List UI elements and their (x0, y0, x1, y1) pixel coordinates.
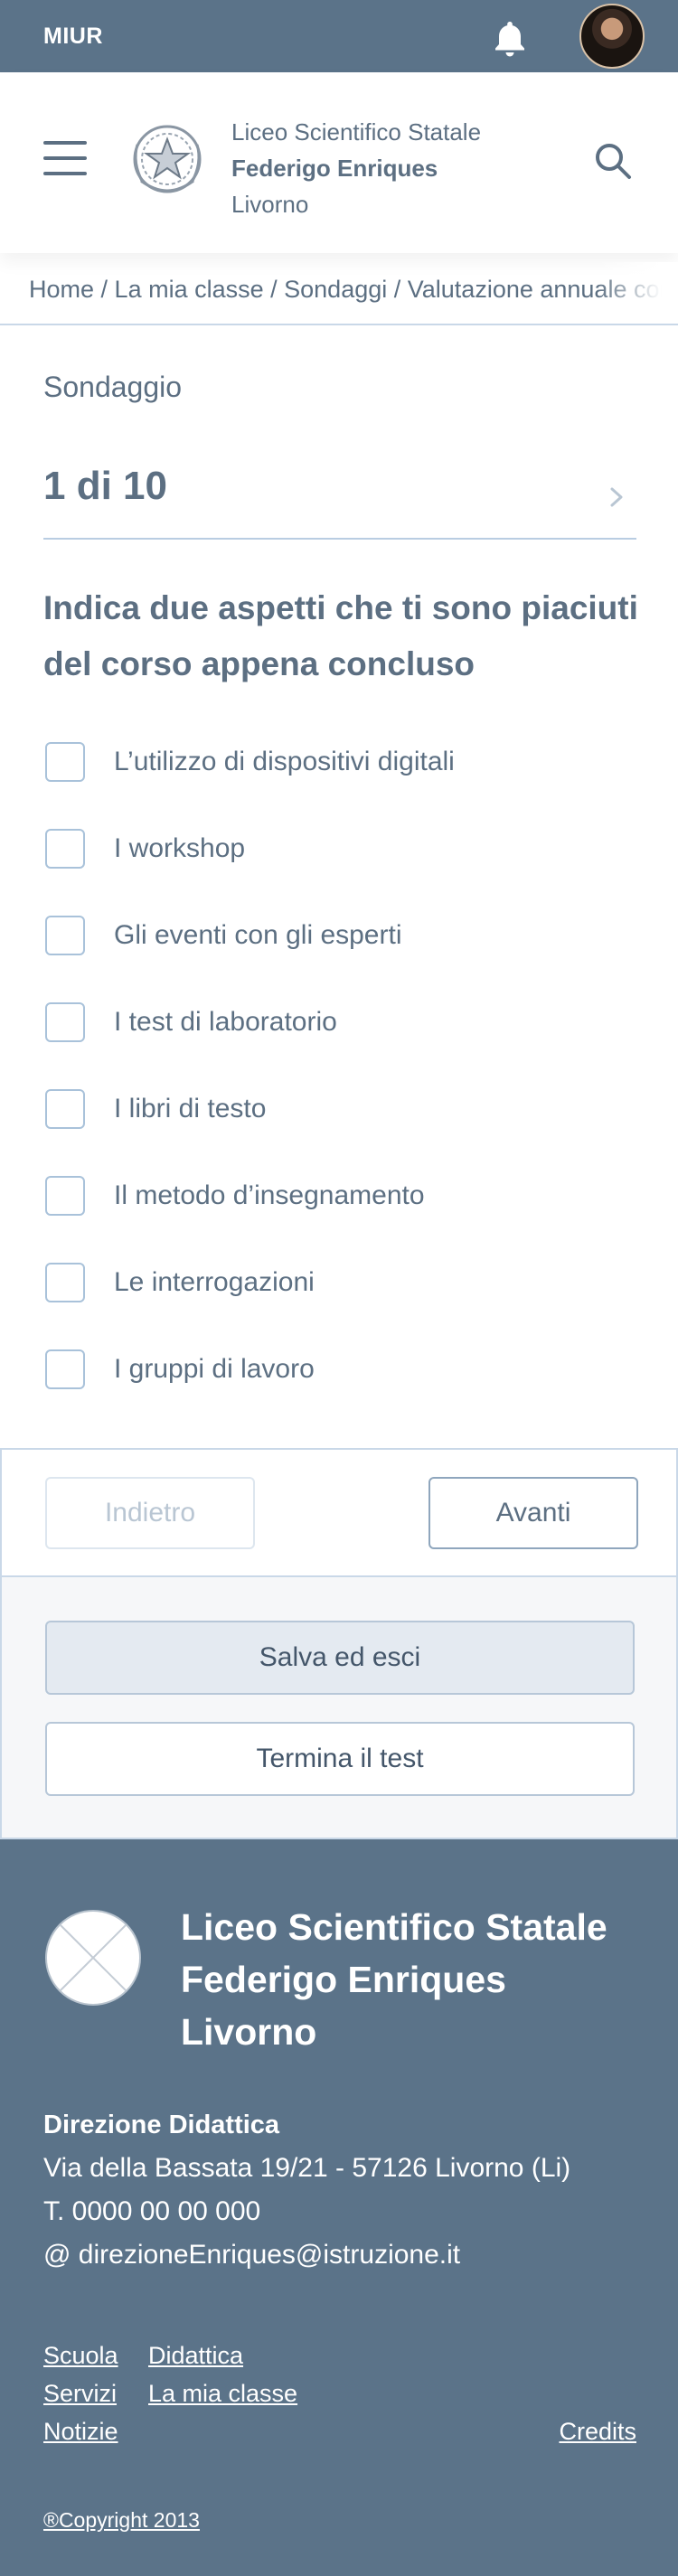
option-label[interactable]: I workshop (114, 826, 245, 871)
breadcrumb-class[interactable]: La mia classe (115, 276, 264, 303)
question-navigation: Indietro Avanti (0, 1448, 678, 1577)
footer-title-line3: Livorno (181, 2011, 317, 2053)
checkbox[interactable] (45, 829, 85, 869)
top-bar: MIUR (0, 0, 678, 72)
breadcrumb: Home / La mia classe / Sondaggi / Valuta… (0, 262, 678, 325)
option-label[interactable]: I gruppi di lavoro (114, 1347, 315, 1392)
option-label[interactable]: Le interrogazioni (114, 1260, 315, 1305)
finish-test-button[interactable]: Termina il test (45, 1722, 635, 1796)
search-icon[interactable] (593, 141, 633, 181)
option-label[interactable]: Il metodo d’insegnamento (114, 1173, 425, 1218)
footer-title-line1: Liceo Scientifico Statale (181, 1906, 607, 1948)
breadcrumb-separator: / (263, 276, 285, 303)
back-button[interactable]: Indietro (45, 1477, 255, 1549)
footer-link-mia-classe[interactable]: La mia classe (148, 2374, 297, 2412)
checkbox[interactable] (45, 1089, 85, 1129)
footer-title-line2: Federigo Enriques (181, 1959, 506, 2000)
save-and-exit-button[interactable]: Salva ed esci (45, 1621, 635, 1695)
school-name-line2: Federigo Enriques (231, 155, 438, 182)
option-item[interactable]: Le interrogazioni (43, 1255, 640, 1341)
breadcrumb-separator: / (94, 276, 115, 303)
hamburger-menu-icon[interactable] (43, 141, 87, 179)
option-item[interactable]: Gli eventi con gli esperti (43, 907, 640, 994)
checkbox[interactable] (45, 1002, 85, 1042)
brand-label[interactable]: MIUR (43, 24, 103, 50)
question-pager[interactable]: 1 di 10 (43, 456, 636, 540)
phone: T. 0000 00 00 000 (43, 2196, 261, 2226)
breadcrumb-surveys[interactable]: Sondaggi (284, 276, 387, 303)
footer-link-scuola[interactable]: Scuola (43, 2336, 118, 2374)
option-item[interactable]: I libri di testo (43, 1081, 640, 1168)
checkbox[interactable] (45, 1263, 85, 1302)
site-footer: Liceo Scientifico Statale Federigo Enriq… (0, 1839, 678, 2576)
footer-link-credits[interactable]: Credits (559, 2412, 636, 2450)
option-label[interactable]: I libri di testo (114, 1086, 266, 1132)
copyright-link[interactable]: ®Copyright 2013 (43, 2508, 200, 2533)
footer-contacts: Direzione Didattica Via della Bassata 19… (43, 2103, 658, 2277)
bell-icon[interactable] (488, 16, 532, 60)
direction-title: Direzione Didattica (43, 2111, 280, 2139)
checkbox[interactable] (45, 916, 85, 955)
checkbox[interactable] (45, 1176, 85, 1216)
footer-link-notizie[interactable]: Notizie (43, 2412, 118, 2450)
option-label[interactable]: L’utilizzo di dispositivi digitali (114, 739, 455, 785)
option-item[interactable]: I gruppi di lavoro (43, 1341, 640, 1428)
option-item[interactable]: L’utilizzo di dispositivi digitali (43, 734, 640, 821)
site-header: Liceo Scientifico Statale Federigo Enriq… (0, 72, 678, 253)
option-label[interactable]: Gli eventi con gli esperti (114, 913, 402, 958)
next-button[interactable]: Avanti (428, 1477, 638, 1549)
question-counter: 1 di 10 (43, 464, 167, 508)
checkbox[interactable] (45, 1349, 85, 1389)
user-avatar[interactable] (579, 4, 645, 69)
school-name[interactable]: Liceo Scientifico Statale Federigo Enriq… (231, 114, 530, 222)
option-item[interactable]: I test di laboratorio (43, 994, 640, 1081)
breadcrumb-fade (597, 262, 678, 322)
footer-link-servizi[interactable]: Servizi (43, 2374, 117, 2412)
checkbox[interactable] (45, 742, 85, 782)
email[interactable]: @ direzioneEnriques@istruzione.it (43, 2233, 658, 2277)
breadcrumb-separator: / (387, 276, 408, 303)
option-item[interactable]: Il metodo d’insegnamento (43, 1168, 640, 1255)
question-text: Indica due aspetti che ti sono piaciuti … (43, 589, 638, 682)
options-list: L’utilizzo di dispositivi digitali I wor… (43, 734, 640, 1428)
option-label[interactable]: I test di laboratorio (114, 1000, 337, 1045)
footer-link-didattica[interactable]: Didattica (148, 2336, 243, 2374)
placeholder-logo-icon (45, 1910, 141, 2006)
chevron-right-icon[interactable] (607, 484, 627, 511)
school-name-line3: Livorno (231, 191, 309, 218)
address: Via della Bassata 19/21 - 57126 Livorno … (43, 2153, 571, 2183)
survey-label: Sondaggio (43, 371, 183, 403)
footer-school-name[interactable]: Liceo Scientifico Statale Federigo Enriq… (181, 1901, 651, 2058)
school-name-line1: Liceo Scientifico Statale (231, 118, 482, 146)
breadcrumb-home[interactable]: Home (29, 276, 94, 303)
option-item[interactable]: I workshop (43, 821, 640, 907)
survey-actions: Salva ed esci Termina il test (0, 1577, 678, 1839)
republic-emblem-icon (133, 125, 202, 193)
